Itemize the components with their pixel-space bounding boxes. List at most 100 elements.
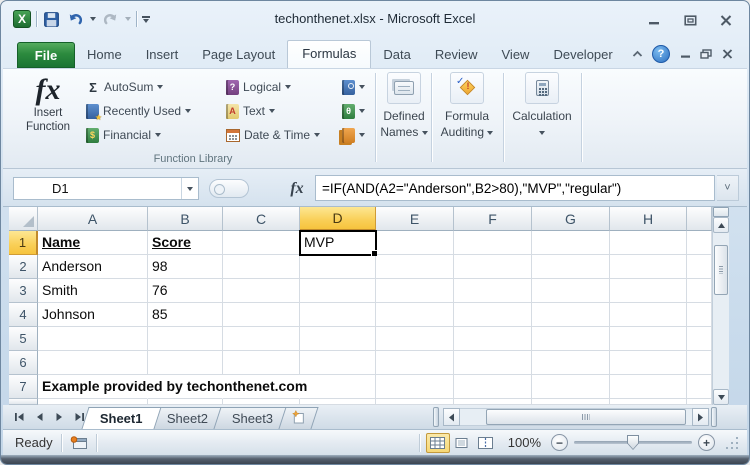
tab-area-splitter[interactable] <box>433 407 439 427</box>
cell-b4[interactable]: 85 <box>148 303 223 327</box>
zoom-level[interactable]: 100% <box>508 435 541 450</box>
cell-d4[interactable] <box>300 303 376 327</box>
workbook-restore-button[interactable] <box>700 49 712 60</box>
horizontal-scrollbar-track[interactable] <box>460 408 692 426</box>
next-sheet-button[interactable] <box>51 408 68 425</box>
vertical-split-handle[interactable] <box>713 207 729 217</box>
cell-g1[interactable] <box>532 231 610 255</box>
cell-a1[interactable]: Name <box>38 231 148 255</box>
customize-qat-button[interactable] <box>142 16 150 23</box>
cell-e3[interactable] <box>376 279 454 303</box>
column-header-e[interactable]: E <box>376 207 454 231</box>
cell-e6[interactable] <box>376 351 454 375</box>
cell-g5[interactable] <box>532 327 610 351</box>
cell-e7[interactable] <box>376 375 454 399</box>
zoom-in-button[interactable]: + <box>698 434 715 451</box>
undo-dropdown-icon[interactable] <box>90 17 96 21</box>
cell-d5[interactable] <box>300 327 376 351</box>
cell-i2[interactable] <box>687 255 712 279</box>
undo-button[interactable] <box>66 9 85 29</box>
row-header-1[interactable]: 1 <box>9 231 38 255</box>
cell-d3[interactable] <box>300 279 376 303</box>
normal-view-button[interactable] <box>426 433 450 453</box>
workbook-close-button[interactable] <box>721 49 733 60</box>
row-header-4[interactable]: 4 <box>9 303 38 327</box>
cell-b5[interactable] <box>148 327 223 351</box>
redo-button[interactable] <box>101 9 120 29</box>
column-header-d[interactable]: D <box>300 207 376 231</box>
logical-button[interactable]: ? Logical <box>223 75 335 99</box>
tab-developer[interactable]: Developer <box>541 42 624 68</box>
cell-f5[interactable] <box>454 327 532 351</box>
column-header-g[interactable]: G <box>532 207 610 231</box>
tab-page-layout[interactable]: Page Layout <box>190 42 287 68</box>
cell-a6[interactable] <box>38 351 148 375</box>
vertical-scrollbar-thumb[interactable] <box>714 245 728 295</box>
column-header-partial[interactable] <box>687 207 712 231</box>
cell-a2[interactable]: Anderson <box>38 255 148 279</box>
tab-home[interactable]: Home <box>75 42 134 68</box>
cell-h1[interactable] <box>610 231 687 255</box>
cell-h4[interactable] <box>610 303 687 327</box>
cell-b2[interactable]: 98 <box>148 255 223 279</box>
tab-data[interactable]: Data <box>371 42 422 68</box>
horizontal-scrollbar[interactable] <box>443 408 709 426</box>
cell-g4[interactable] <box>532 303 610 327</box>
scroll-left-button[interactable] <box>443 408 460 426</box>
cell-f7[interactable] <box>454 375 532 399</box>
cell-g2[interactable] <box>532 255 610 279</box>
cell-e4[interactable] <box>376 303 454 327</box>
column-header-a[interactable]: A <box>38 207 148 231</box>
cell-b6[interactable] <box>148 351 223 375</box>
scroll-right-button[interactable] <box>692 408 709 426</box>
cell-g7[interactable] <box>532 375 610 399</box>
horizontal-scrollbar-thumb[interactable] <box>486 409 686 425</box>
column-header-b[interactable]: B <box>148 207 223 231</box>
cell-f4[interactable] <box>454 303 532 327</box>
row-header-6[interactable]: 6 <box>9 351 38 375</box>
name-box-dropdown[interactable] <box>181 178 198 199</box>
select-all-corner[interactable] <box>9 207 38 231</box>
row-header-5[interactable]: 5 <box>9 327 38 351</box>
page-layout-view-button[interactable] <box>450 433 474 453</box>
column-header-f[interactable]: F <box>454 207 532 231</box>
date-time-button[interactable]: Date & Time <box>223 123 335 147</box>
column-header-c[interactable]: C <box>223 207 300 231</box>
vertical-scrollbar[interactable] <box>712 207 729 405</box>
restore-button[interactable] <box>683 14 697 26</box>
text-button[interactable]: A Text <box>223 99 335 123</box>
formula-auditing-button[interactable]: ! ✓ Formula Auditing <box>433 72 501 140</box>
cell-i1[interactable] <box>687 231 712 255</box>
column-header-h[interactable]: H <box>610 207 687 231</box>
cell-c2[interactable] <box>223 255 300 279</box>
cell-a3[interactable]: Smith <box>38 279 148 303</box>
autosum-button[interactable]: Σ AutoSum <box>83 75 221 99</box>
row-header-3[interactable]: 3 <box>9 279 38 303</box>
expand-formula-bar-button[interactable]: ˅ <box>717 175 739 201</box>
insert-worksheet-button[interactable] <box>278 407 318 429</box>
financial-button[interactable]: $ Financial <box>83 123 221 147</box>
cell-d7[interactable] <box>300 375 376 399</box>
cell-c1[interactable] <box>223 231 300 255</box>
cell-h7[interactable] <box>610 375 687 399</box>
save-button[interactable] <box>42 9 61 29</box>
redo-dropdown-icon[interactable] <box>125 17 131 21</box>
cell-c5[interactable] <box>223 327 300 351</box>
minimize-button[interactable] <box>647 14 661 26</box>
tab-insert[interactable]: Insert <box>134 42 191 68</box>
zoom-out-button[interactable]: − <box>551 434 568 451</box>
more-functions-button[interactable] <box>339 123 373 147</box>
cell-d2[interactable] <box>300 255 376 279</box>
cell-f6[interactable] <box>454 351 532 375</box>
insert-function-fx-button[interactable]: fx <box>283 177 311 200</box>
recently-used-button[interactable]: ★ Recently Used <box>83 99 221 123</box>
name-box[interactable]: D1 <box>13 177 199 200</box>
cell-a5[interactable] <box>38 327 148 351</box>
insert-function-button[interactable]: fx Insert Function <box>15 74 81 134</box>
cell-i4[interactable] <box>687 303 712 327</box>
formula-input[interactable]: =IF(AND(A2="Anderson",B2>80),"MVP","regu… <box>315 175 715 201</box>
cell-c4[interactable] <box>223 303 300 327</box>
first-sheet-button[interactable] <box>11 408 28 425</box>
cell-f3[interactable] <box>454 279 532 303</box>
previous-sheet-button[interactable] <box>31 408 48 425</box>
